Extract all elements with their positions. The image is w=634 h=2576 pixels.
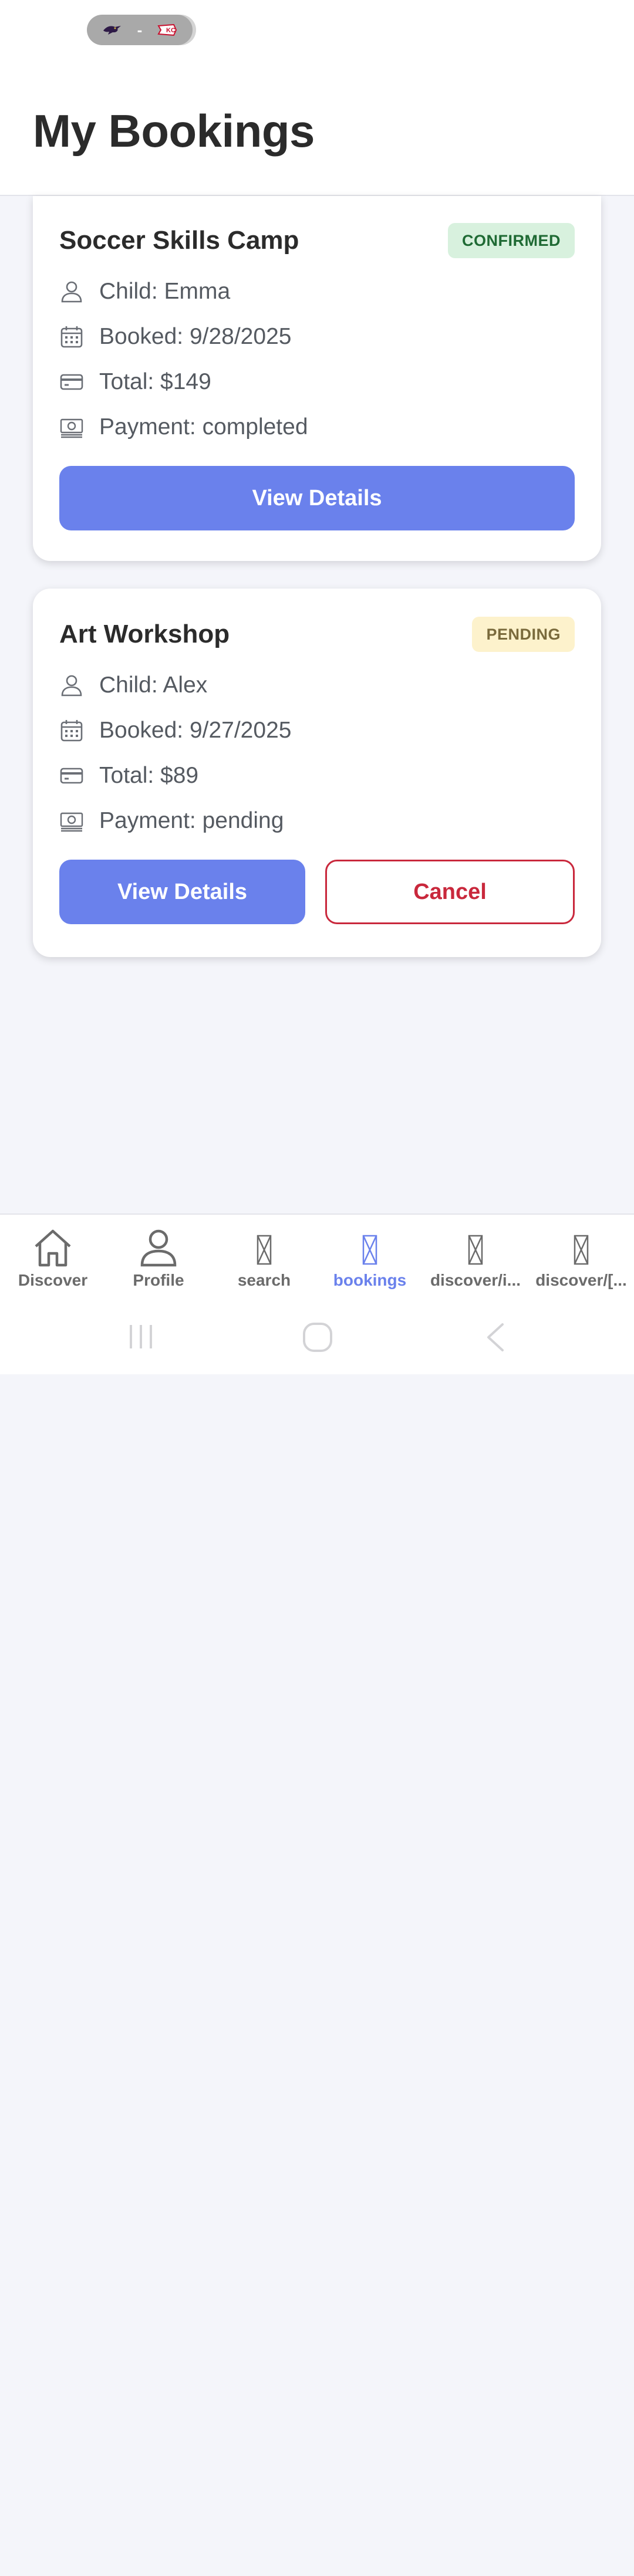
- tab-discover[interactable]: Discover: [0, 1215, 106, 1303]
- person-icon: [61, 675, 82, 696]
- booked-row: Booked: 9/27/2025: [59, 708, 575, 753]
- credit-card-icon: [60, 374, 83, 390]
- cash-icon: [60, 812, 83, 831]
- booking-total: Total: $89: [99, 762, 199, 788]
- payment-row: Payment: completed: [59, 404, 575, 449]
- child-row: Child: Emma: [59, 269, 575, 314]
- booking-info-list: Child: Alex Booked: 9/27/2025 Total: $89…: [59, 662, 575, 843]
- svg-text:KC: KC: [166, 27, 176, 34]
- tab-bookings[interactable]: bookings: [317, 1215, 423, 1303]
- booking-card: Art Workshop PENDING Child: Alex Booked:: [33, 589, 601, 957]
- page-header: My Bookings: [0, 59, 634, 196]
- score-separator: -: [137, 21, 143, 39]
- person-icon: [140, 1229, 177, 1267]
- total-row: Total: $89: [59, 753, 575, 798]
- tab-label: discover/i...: [430, 1271, 521, 1289]
- booking-info-list: Child: Emma Booked: 9/28/2025 Total: $14…: [59, 269, 575, 449]
- system-home-icon[interactable]: [302, 1321, 333, 1353]
- tab-search[interactable]: search: [211, 1215, 317, 1303]
- status-badge: CONFIRMED: [448, 223, 575, 258]
- live-score-pill[interactable]: - KC: [87, 15, 193, 45]
- view-details-button[interactable]: View Details: [59, 466, 575, 530]
- chiefs-logo-icon: KC: [157, 23, 177, 36]
- calendar-icon: [60, 326, 83, 347]
- ravens-logo-icon: [103, 26, 121, 35]
- cancel-booking-button[interactable]: Cancel: [325, 860, 575, 924]
- booking-title: Soccer Skills Camp: [59, 226, 299, 255]
- tab-label: bookings: [333, 1271, 407, 1289]
- recents-icon[interactable]: [126, 1323, 156, 1351]
- missing-glyph-icon: [468, 1235, 483, 1265]
- missing-glyph-icon: [574, 1235, 589, 1265]
- booking-total: Total: $149: [99, 369, 211, 394]
- booked-row: Booked: 9/28/2025: [59, 314, 575, 359]
- tab-label: Discover: [18, 1271, 88, 1289]
- credit-card-icon: [60, 768, 83, 783]
- tab-profile[interactable]: Profile: [106, 1215, 211, 1303]
- status-bar: - KC: [0, 0, 634, 59]
- booked-date: Booked: 9/27/2025: [99, 717, 292, 743]
- cash-icon: [60, 418, 83, 438]
- status-badge: PENDING: [472, 617, 575, 652]
- payment-row: Payment: pending: [59, 798, 575, 843]
- booked-date: Booked: 9/28/2025: [99, 323, 292, 349]
- booking-actions: View Details: [59, 466, 575, 530]
- system-navigation-bar: [0, 2523, 634, 2576]
- view-details-button[interactable]: View Details: [59, 860, 305, 924]
- tab-bar-items: Discover Profile search bookings discove…: [0, 1215, 634, 1303]
- tab-label: discover/[...: [535, 1271, 627, 1289]
- missing-glyph-icon: [257, 1235, 272, 1265]
- page-title: My Bookings: [33, 105, 315, 157]
- tab-label: Profile: [133, 1271, 184, 1289]
- back-icon[interactable]: [485, 1322, 506, 1353]
- booking-card: Soccer Skills Camp CONFIRMED Child: Emma: [33, 196, 601, 561]
- payment-status: Payment: completed: [99, 414, 308, 440]
- booking-title: Art Workshop: [59, 620, 230, 648]
- child-name: Child: Emma: [99, 278, 231, 304]
- tab-discover-index[interactable]: discover/i...: [423, 1215, 528, 1303]
- calendar-icon: [60, 719, 83, 741]
- home-icon: [35, 1229, 71, 1267]
- child-name: Child: Alex: [99, 672, 208, 698]
- person-icon: [61, 281, 82, 302]
- child-row: Child: Alex: [59, 662, 575, 708]
- payment-status: Payment: pending: [99, 807, 284, 833]
- tab-discover-id[interactable]: discover/[...: [528, 1215, 634, 1303]
- missing-glyph-icon: [362, 1235, 377, 1265]
- total-row: Total: $149: [59, 359, 575, 404]
- booking-actions: View Details Cancel: [59, 860, 575, 924]
- booking-card-header: Art Workshop PENDING: [59, 616, 575, 653]
- tab-label: search: [237, 1271, 291, 1289]
- booking-card-header: Soccer Skills Camp CONFIRMED: [59, 222, 575, 259]
